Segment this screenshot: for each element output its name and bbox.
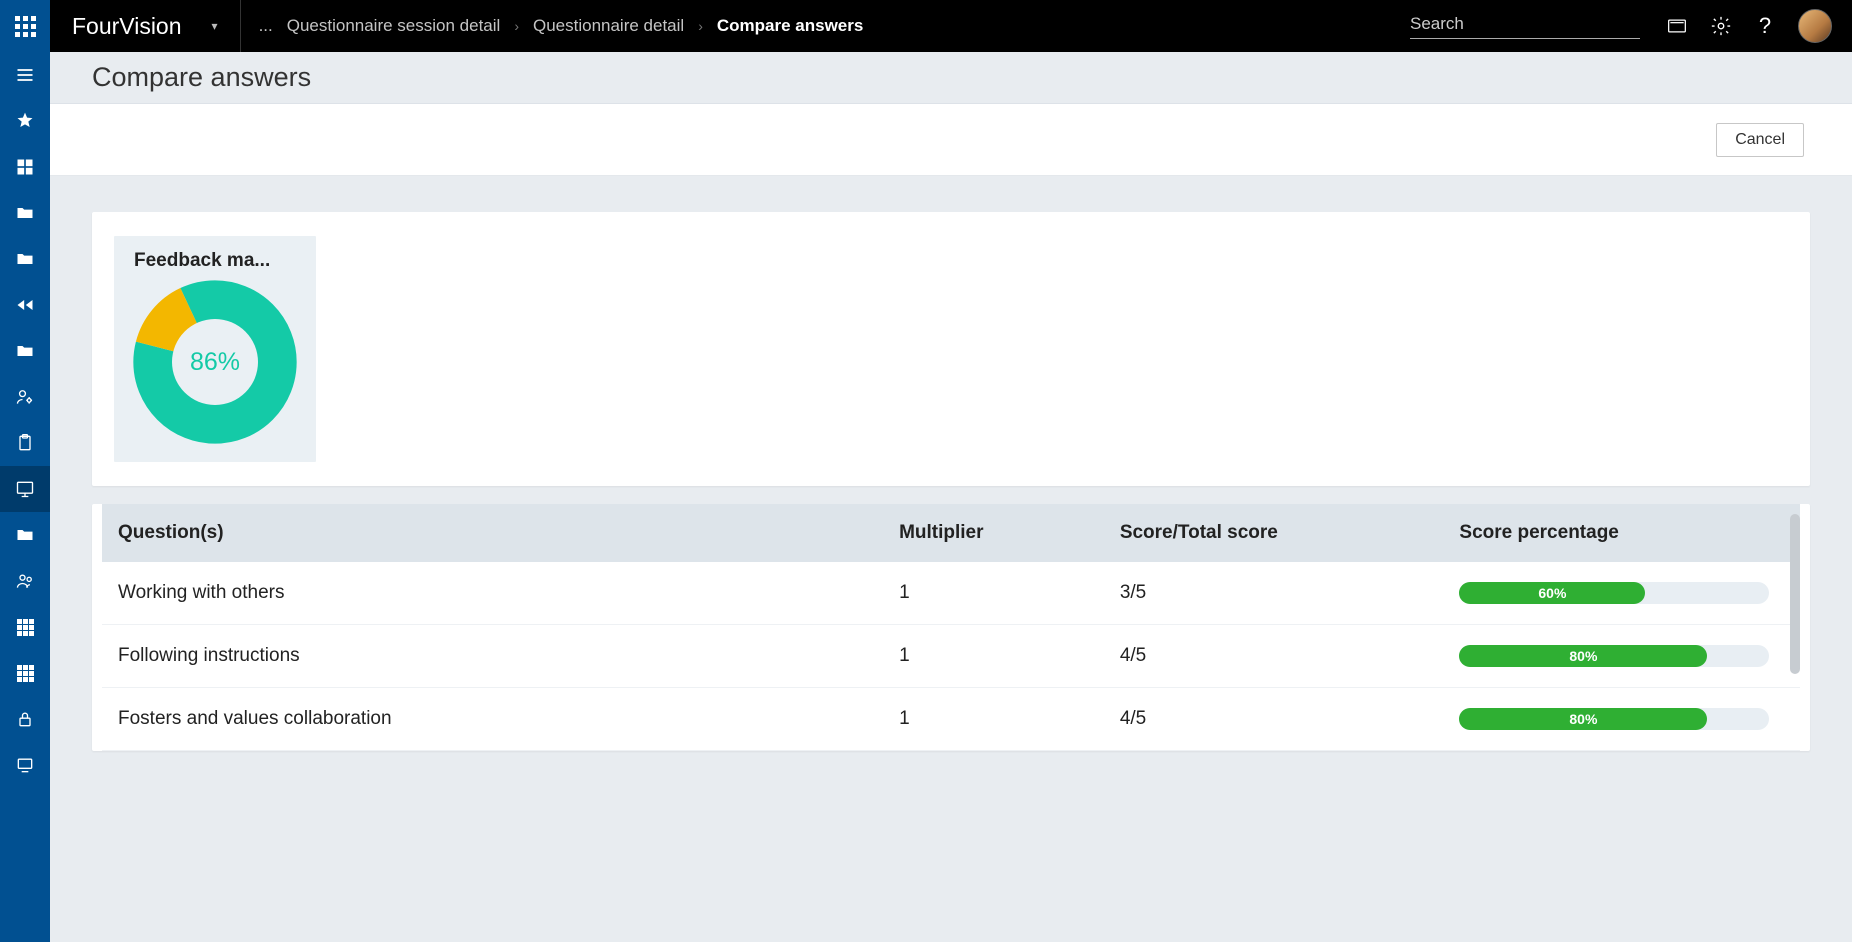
breadcrumb-link[interactable]: Questionnaire session detail <box>287 16 501 36</box>
gear-icon[interactable] <box>1710 15 1732 37</box>
sidebar-item-back[interactable] <box>0 282 50 328</box>
folder-icon <box>15 525 35 545</box>
cell-question: Fosters and values collaboration <box>102 688 883 751</box>
waffle-icon <box>15 16 36 37</box>
menu-toggle[interactable] <box>0 52 50 98</box>
search-box[interactable] <box>1410 14 1640 39</box>
breadcrumb-current: Compare answers <box>717 16 863 36</box>
col-header-score[interactable]: Score/Total score <box>1104 504 1444 562</box>
grid-icon <box>17 665 33 681</box>
scrollbar-thumb[interactable] <box>1790 514 1800 674</box>
questions-table: Question(s) Multiplier Score/Total score… <box>102 504 1800 751</box>
action-bar: Cancel <box>50 104 1852 176</box>
topbar: FourVision ▾ ... Questionnaire session d… <box>0 0 1852 52</box>
table-row[interactable]: Following instructions14/5 80% <box>102 625 1800 688</box>
sidebar-item-dashboard[interactable] <box>0 144 50 190</box>
progress-label: 60% <box>1459 582 1645 604</box>
col-header-percentage[interactable]: Score percentage <box>1443 504 1800 562</box>
cell-multiplier: 1 <box>883 688 1104 751</box>
cell-score: 4/5 <box>1104 688 1444 751</box>
progress-bar: 80% <box>1459 708 1769 730</box>
folder-icon <box>15 203 35 223</box>
sidebar-item-folder-d[interactable] <box>0 512 50 558</box>
messages-icon[interactable] <box>1666 15 1688 37</box>
table-viewport: Question(s) Multiplier Score/Total score… <box>102 504 1800 751</box>
people-icon <box>15 571 35 591</box>
breadcrumb-ellipsis[interactable]: ... <box>259 16 273 36</box>
screen-icon <box>15 479 35 499</box>
cell-percentage: 60% <box>1443 562 1800 625</box>
topbar-actions: ? <box>1660 9 1852 43</box>
donut-chart: 86% <box>133 280 297 444</box>
app-launcher-button[interactable] <box>0 0 50 52</box>
col-header-multiplier[interactable]: Multiplier <box>883 504 1104 562</box>
folder-icon <box>15 249 35 269</box>
sidebar-item-clipboard[interactable] <box>0 420 50 466</box>
donut-panel: Feedback ma... 86% <box>92 212 1810 486</box>
breadcrumb-link[interactable]: Questionnaire detail <box>533 16 684 36</box>
folder-icon <box>15 341 35 361</box>
brand-label: FourVision <box>72 13 182 40</box>
chevron-right-icon: › <box>514 18 519 34</box>
sidebar-item-folder-a[interactable] <box>0 190 50 236</box>
chevron-right-icon: › <box>698 18 703 34</box>
cell-multiplier: 1 <box>883 562 1104 625</box>
sidebar-item-display[interactable] <box>0 742 50 788</box>
col-header-question[interactable]: Question(s) <box>102 504 883 562</box>
progress-label: 80% <box>1459 708 1707 730</box>
display-icon <box>15 755 35 775</box>
sidebar-item-grid-a[interactable] <box>0 604 50 650</box>
star-icon <box>15 111 35 131</box>
search-input[interactable] <box>1410 14 1640 34</box>
donut-title: Feedback ma... <box>114 248 316 280</box>
lock-icon <box>15 709 35 729</box>
progress-bar: 80% <box>1459 645 1769 667</box>
clipboard-icon <box>15 433 35 453</box>
progress-label: 80% <box>1459 645 1707 667</box>
page-title: Compare answers <box>92 62 311 93</box>
sidebar-item-folder-c[interactable] <box>0 328 50 374</box>
donut-card[interactable]: Feedback ma... 86% <box>114 236 316 462</box>
chevron-down-icon: ▾ <box>212 19 218 33</box>
table-row[interactable]: Fosters and values collaboration14/5 80% <box>102 688 1800 751</box>
cell-percentage: 80% <box>1443 625 1800 688</box>
dashboard-icon <box>15 157 35 177</box>
sidebar-item-favorites[interactable] <box>0 98 50 144</box>
user-gear-icon <box>15 387 35 407</box>
cancel-button[interactable]: Cancel <box>1716 123 1804 157</box>
donut-percent-label: 86% <box>190 348 240 377</box>
cell-question: Following instructions <box>102 625 883 688</box>
table-row[interactable]: Working with others13/5 60% <box>102 562 1800 625</box>
cell-percentage: 80% <box>1443 688 1800 751</box>
cell-score: 4/5 <box>1104 625 1444 688</box>
donut-center: 86% <box>172 319 258 405</box>
sidebar-item-grid-b[interactable] <box>0 650 50 696</box>
brand-dropdown[interactable]: FourVision ▾ <box>50 0 241 52</box>
sidebar-item-people[interactable] <box>0 558 50 604</box>
sidebar-item-user-settings[interactable] <box>0 374 50 420</box>
sidebar-item-screen[interactable] <box>0 466 50 512</box>
avatar[interactable] <box>1798 9 1832 43</box>
help-icon[interactable]: ? <box>1754 15 1776 37</box>
page-header: Compare answers <box>50 52 1852 104</box>
sidebar <box>0 52 50 942</box>
content: Cancel Feedback ma... 86% Question(s) <box>50 104 1852 942</box>
cell-score: 3/5 <box>1104 562 1444 625</box>
cell-question: Working with others <box>102 562 883 625</box>
progress-bar: 60% <box>1459 582 1769 604</box>
breadcrumb: ... Questionnaire session detail › Quest… <box>241 16 864 36</box>
rewind-icon <box>15 295 35 315</box>
menu-icon <box>15 65 35 85</box>
cell-multiplier: 1 <box>883 625 1104 688</box>
table-panel: Question(s) Multiplier Score/Total score… <box>92 504 1810 751</box>
sidebar-item-folder-b[interactable] <box>0 236 50 282</box>
grid-icon <box>17 619 33 635</box>
sidebar-item-security[interactable] <box>0 696 50 742</box>
